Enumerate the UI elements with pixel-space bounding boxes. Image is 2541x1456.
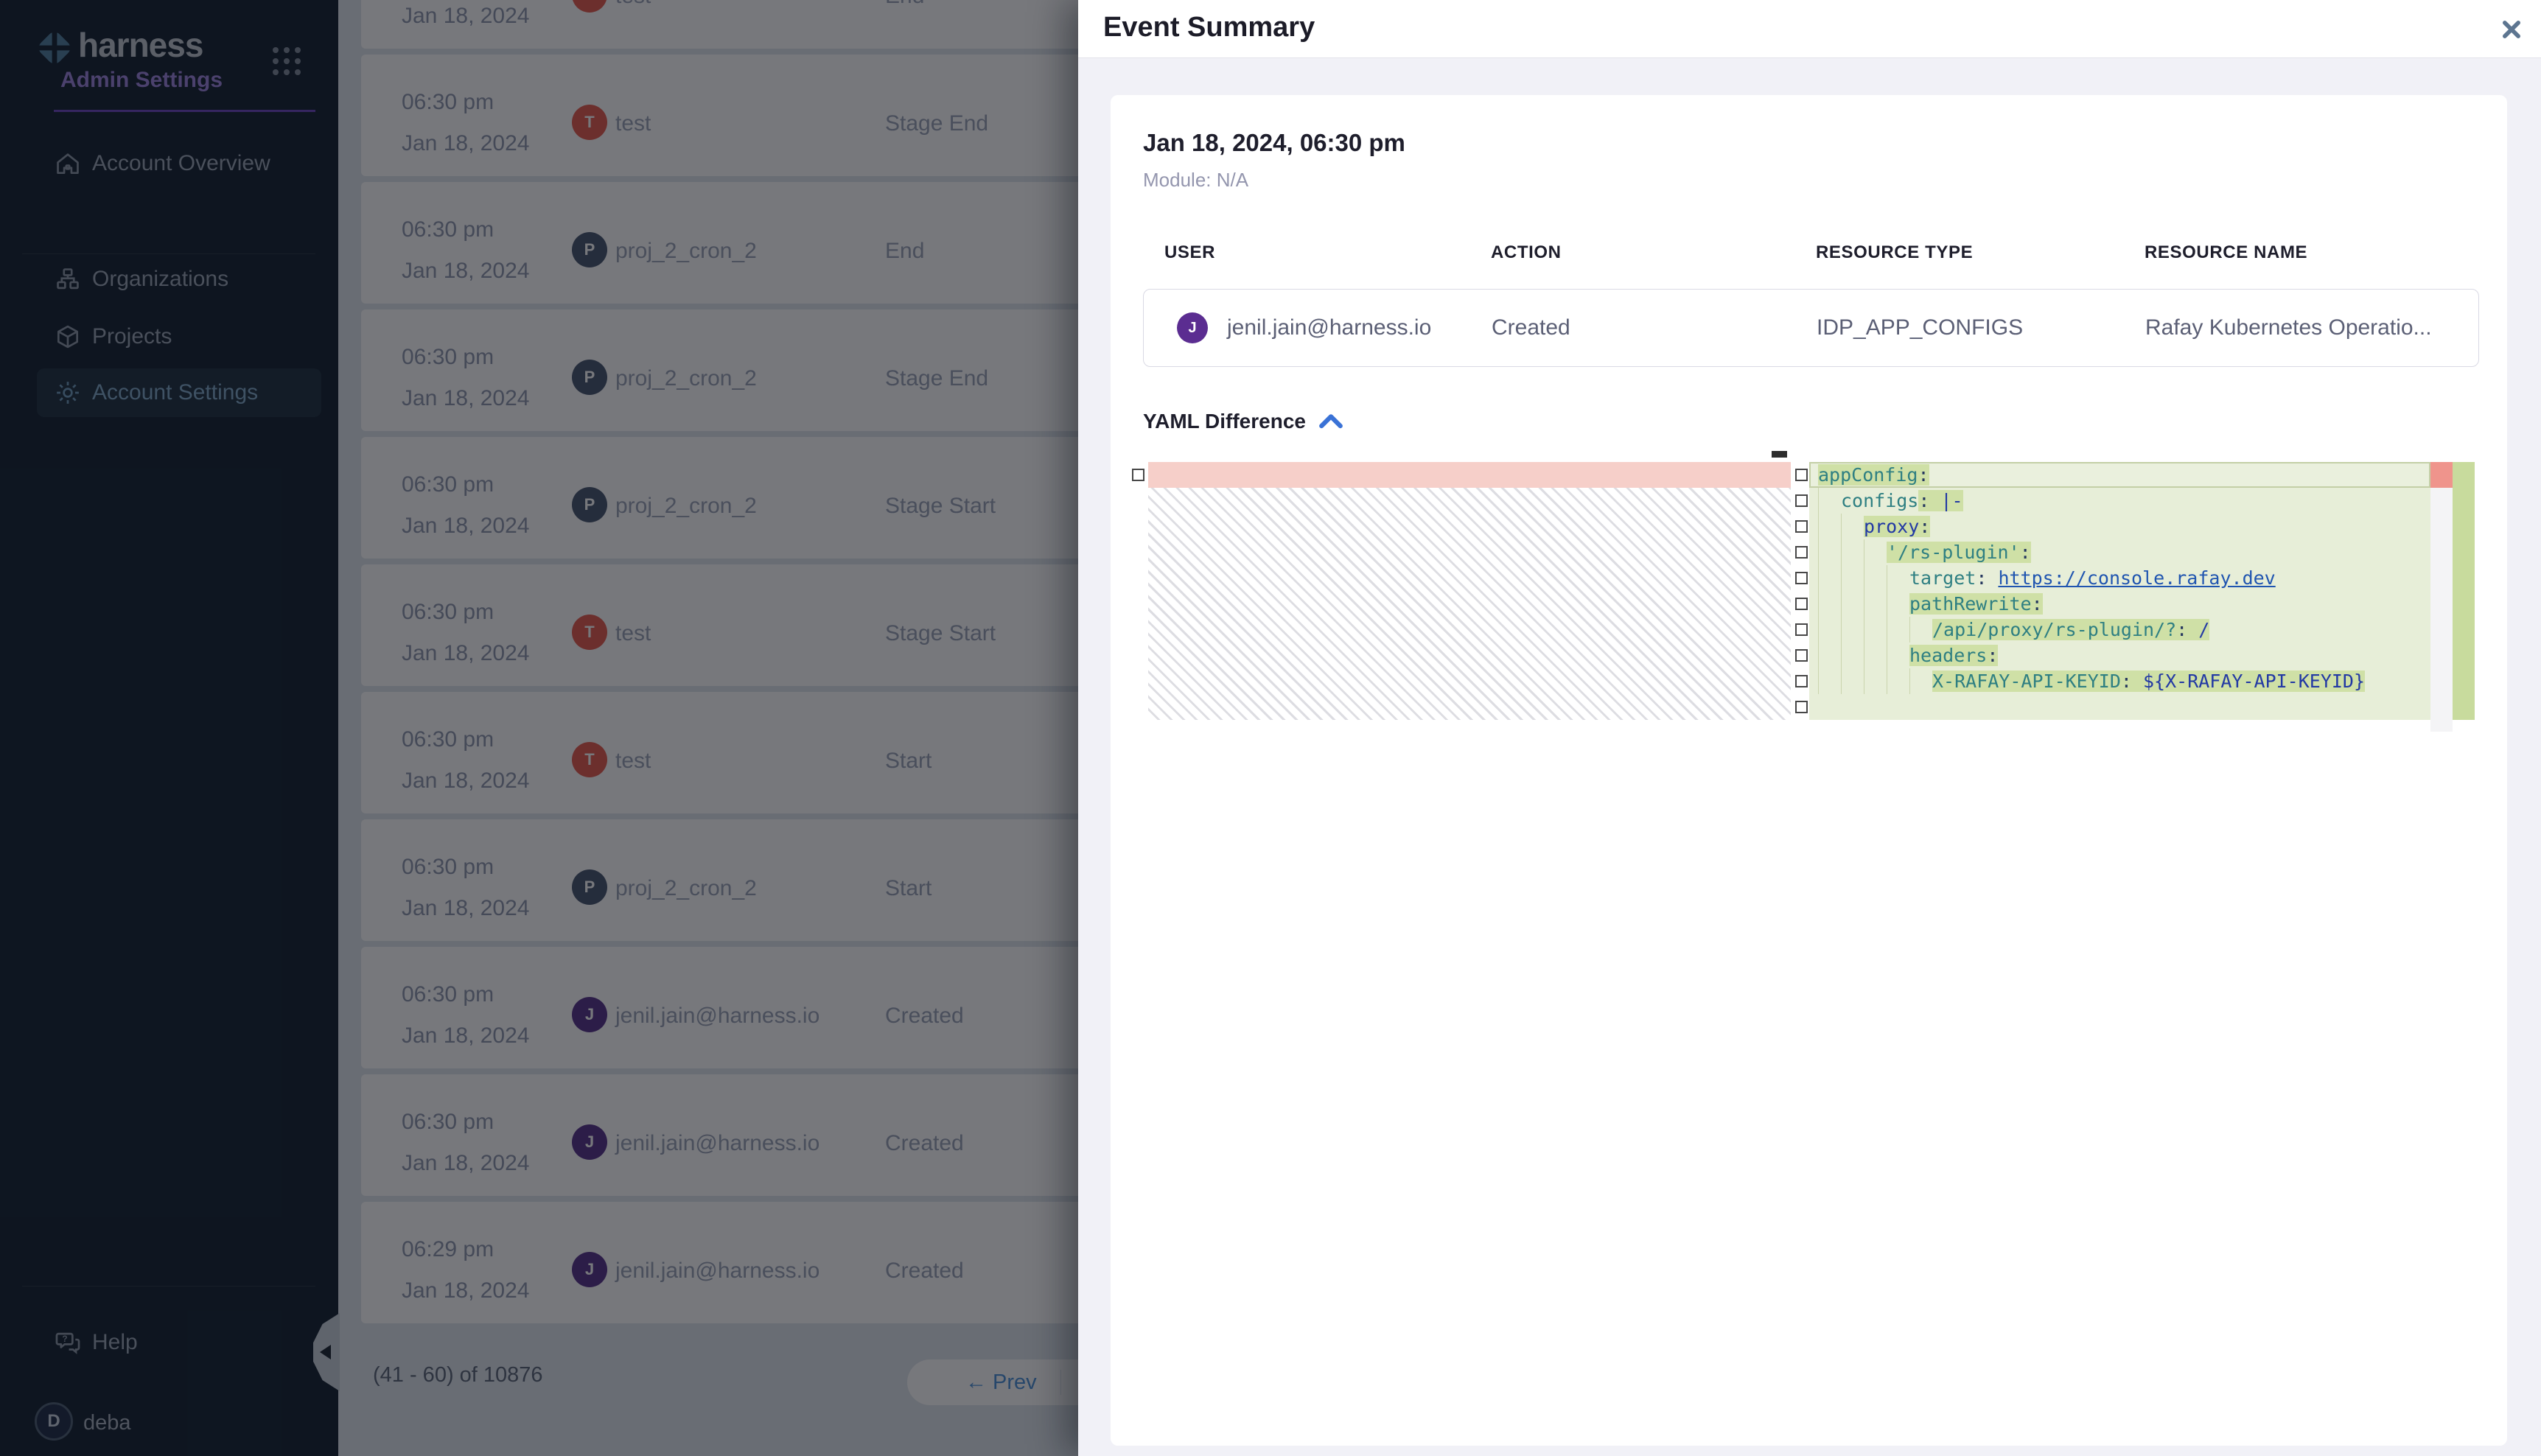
column-resource-type: RESOURCE TYPE [1816,242,2145,263]
diff-removed-line [1148,462,1791,488]
diff-line-marker [1795,598,1808,610]
diff-added-line: X-RAFAY-API-KEYID: ${X-RAFAY-API-KEYID} [1809,668,2430,694]
diff-old-pane [1148,462,1791,720]
diff-overview-track[interactable] [2430,462,2453,732]
diff-added-line: target: https://console.rafay.dev [1809,565,2430,591]
event-module: Module: N/A [1143,169,2507,191]
drawer-header: Event Summary [1078,0,2541,58]
diff-line-marker [1795,469,1808,481]
column-resource-name: RESOURCE NAME [2145,242,2479,263]
diff-new-pane: appConfig:configs: |-proxy:'/rs-plugin':… [1809,462,2430,720]
diff-added-line [1809,694,2430,720]
diff-added-line: proxy: [1809,514,2430,539]
chevron-up-icon[interactable] [1318,412,1344,431]
event-detail-row: J jenil.jain@harness.io Created IDP_APP_… [1143,289,2479,367]
diff-line-marker [1795,701,1808,713]
event-table-header: USER ACTION RESOURCE TYPE RESOURCE NAME [1143,242,2479,263]
event-datetime: Jan 18, 2024, 06:30 pm [1143,129,2507,157]
diff-new-gutter [1792,462,1809,720]
diff-line-marker [1795,649,1808,662]
event-summary-drawer: Event Summary Jan 18, 2024, 06:30 pm Mod… [1078,0,2541,1456]
diff-added-line: configs: |- [1809,488,2430,514]
diff-overview-removed [2430,462,2453,488]
diff-line-marker [1795,675,1808,687]
diff-scroll-marker [1772,451,1787,458]
diff-line-marker [1795,572,1808,584]
event-user-avatar: J [1177,312,1208,343]
diff-added-line: appConfig: [1809,462,2430,488]
drawer-title: Event Summary [1103,12,1315,43]
diff-line-marker [1795,546,1808,559]
diff-overview-added [2453,462,2475,720]
diff-line-marker [1795,623,1808,636]
diff-line-marker [1795,494,1808,507]
yaml-difference-label: YAML Difference [1143,410,1306,433]
yaml-difference-section: YAML Difference [1143,409,2507,434]
column-action: ACTION [1491,242,1816,263]
diff-line-marker [1795,520,1808,533]
diff-line-marker [1132,469,1144,481]
event-summary-card: Jan 18, 2024, 06:30 pm Module: N/A USER … [1111,95,2507,1446]
event-resource-type-value: IDP_APP_CONFIGS [1817,315,2145,340]
event-user-email: jenil.jain@harness.io [1227,315,1431,340]
diff-added-line: headers: [1809,643,2430,668]
yaml-diff-viewer: appConfig:configs: |-proxy:'/rs-plugin':… [1129,462,2475,732]
diff-added-line: '/rs-plugin': [1809,539,2430,565]
diff-added-line: /api/proxy/rs-plugin/?: / [1809,617,2430,643]
event-resource-name-value: Rafay Kubernetes Operatio... [2145,315,2478,340]
diff-empty-area [1148,488,1791,720]
diff-added-line: pathRewrite: [1809,591,2430,617]
column-user: USER [1143,242,1491,263]
close-icon[interactable] [2497,15,2526,44]
event-action-value: Created [1492,315,1817,340]
